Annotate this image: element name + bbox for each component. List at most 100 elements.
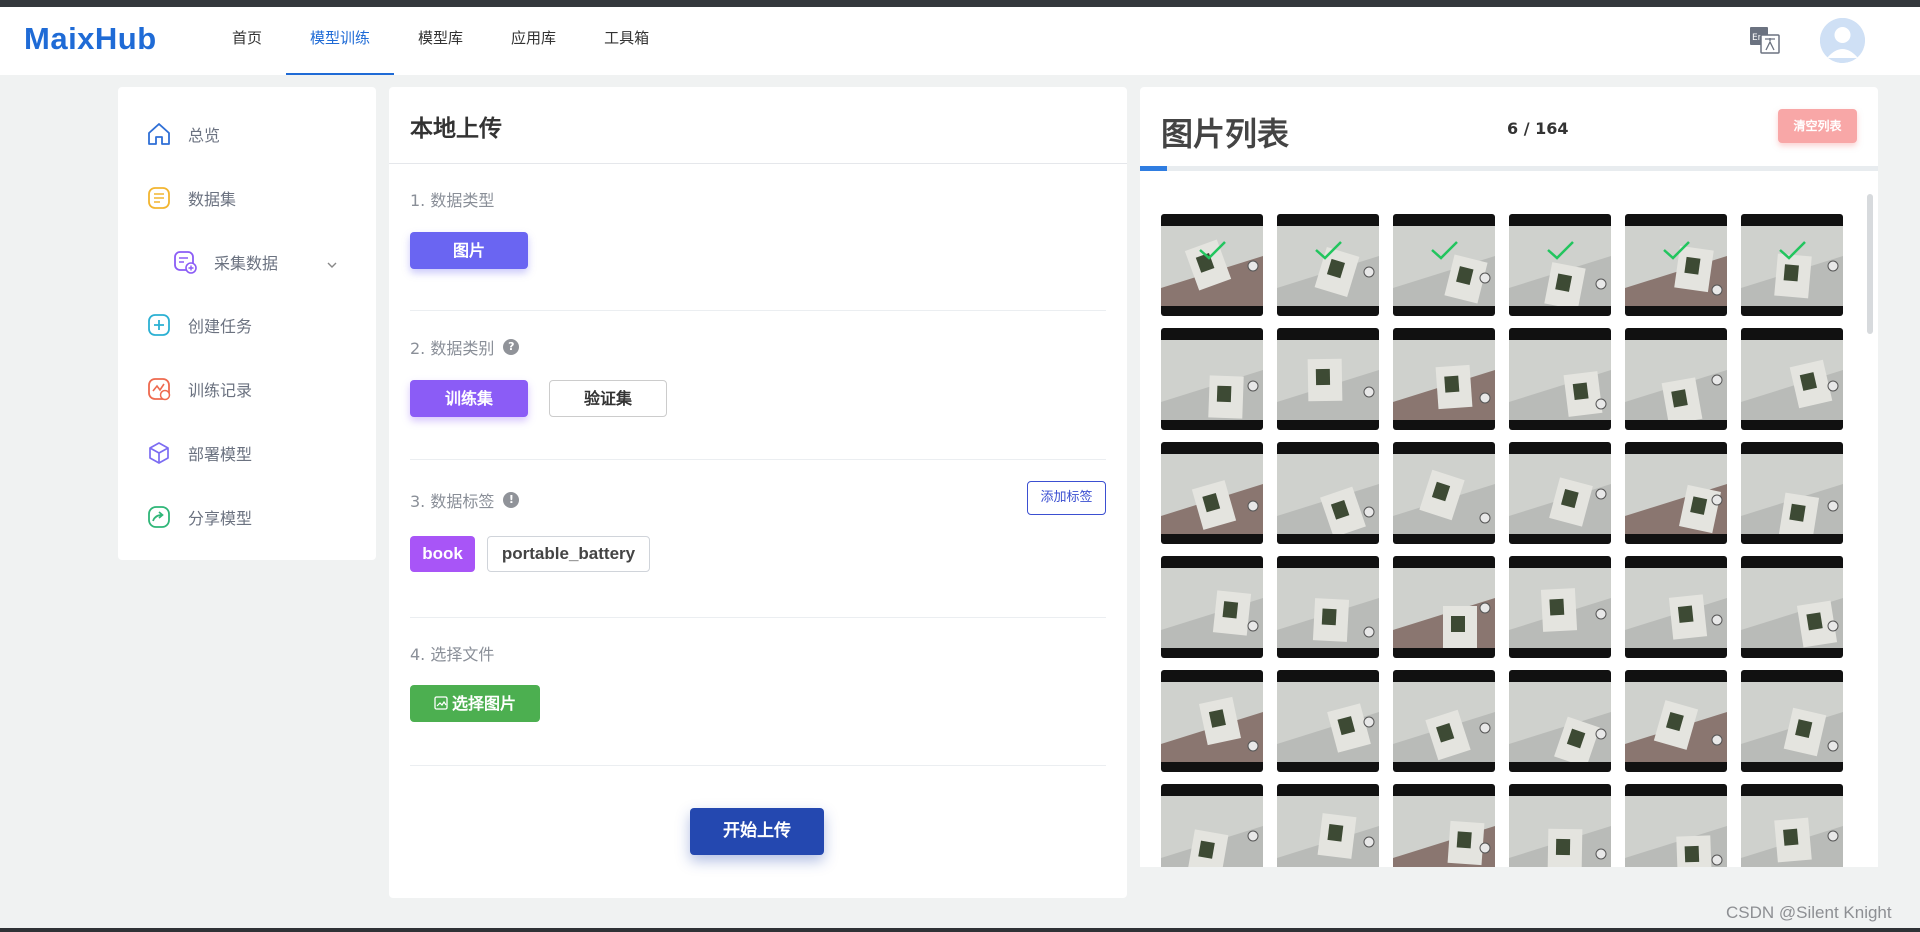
image-type-button[interactable]: 图片 [410,232,528,269]
section-select-file-label: 4. 选择文件 [410,645,495,664]
sidebar-item-share-model[interactable]: 分享模型 [146,502,252,532]
add-tag-button[interactable]: 添加标签 [1027,481,1106,515]
local-upload-panel: 本地上传 1. 数据类型 图片 2. 数据类别 ? 训练集 验证集 3. 数据标… [389,87,1127,898]
image-thumbnail[interactable] [1393,670,1495,772]
image-thumbnail[interactable] [1161,328,1263,430]
image-thumbnail[interactable] [1277,556,1379,658]
nav-app-library[interactable]: 应用库 [487,7,580,75]
image-thumbnail[interactable] [1625,328,1727,430]
image-thumbnail[interactable] [1393,556,1495,658]
chevron-down-icon[interactable] [326,256,338,268]
image-thumbnail[interactable] [1277,328,1379,430]
window-top-border [0,0,1920,7]
sidebar-item-overview[interactable]: 总览 [146,119,220,149]
collect-data-icon [172,249,198,275]
image-thumbnail[interactable] [1277,784,1379,867]
sidebar-item-label: 数据集 [188,190,237,209]
photo-preview [1741,568,1843,648]
image-thumbnail[interactable] [1509,214,1611,316]
image-thumbnail[interactable] [1509,670,1611,772]
image-thumbnail[interactable] [1741,214,1843,316]
image-thumbnail[interactable] [1625,556,1727,658]
clear-list-button[interactable]: 清空列表 [1778,109,1857,143]
image-thumbnail[interactable] [1625,442,1727,544]
image-icon [434,696,448,710]
train-set-button[interactable]: 训练集 [410,380,528,417]
photo-preview [1625,568,1727,648]
sidebar-item-training-record[interactable]: 训练记录 [146,374,252,404]
start-upload-button[interactable]: 开始上传 [690,808,824,855]
image-list-title: 图片列表 [1161,115,1290,153]
photo-preview [1393,340,1495,420]
tag-book[interactable]: book [410,536,475,572]
sidebar-item-create-task[interactable]: 创建任务 [146,310,252,340]
image-thumbnail[interactable] [1161,784,1263,867]
sidebar-item-deploy-model[interactable]: 部署模型 [146,438,252,468]
nav-home[interactable]: 首页 [208,7,286,75]
select-images-label: 选择图片 [451,694,516,713]
info-icon[interactable]: ! [503,492,520,508]
section-data-label: 3. 数据标签 ! [410,488,520,512]
user-avatar[interactable] [1820,18,1865,63]
image-thumbnail[interactable] [1625,214,1727,316]
image-thumbnail[interactable] [1161,670,1263,772]
image-thumbnail[interactable] [1277,670,1379,772]
image-thumbnail[interactable] [1161,442,1263,544]
photo-preview [1741,226,1843,306]
sidebar-item-dataset[interactable]: 数据集 [146,183,236,213]
photo-preview [1161,682,1263,762]
logo[interactable]: MaixHub [24,21,157,57]
image-thumbnail[interactable] [1741,556,1843,658]
help-icon[interactable]: ? [503,339,520,355]
plus-square-icon [146,312,172,338]
image-thumbnail[interactable] [1741,442,1843,544]
page-title: 本地上传 [410,116,502,142]
image-thumbnail[interactable] [1741,328,1843,430]
language-switch-icon[interactable]: En [1748,25,1782,55]
section-label: 2. 数据类别 [410,339,495,358]
image-thumbnail[interactable] [1393,442,1495,544]
image-thumbnail[interactable] [1393,328,1495,430]
photo-preview [1625,226,1727,306]
nav-model-training[interactable]: 模型训练 [286,7,395,75]
scrollbar[interactable] [1867,194,1873,334]
section-label: 3. 数据标签 [410,492,495,511]
select-images-button[interactable]: 选择图片 [410,685,540,722]
nav-model-library[interactable]: 模型库 [394,7,487,75]
photo-preview [1393,226,1495,306]
image-thumbnail[interactable] [1161,556,1263,658]
image-thumbnail[interactable] [1161,214,1263,316]
window-bottom-border [0,928,1920,932]
divider [389,163,1127,164]
dataset-icon [146,185,172,211]
upload-count: 6 / 164 [1507,119,1569,138]
image-thumbnail[interactable] [1509,556,1611,658]
photo-preview [1161,796,1263,867]
image-thumbnail[interactable] [1625,670,1727,772]
photo-preview [1161,340,1263,420]
divider [410,617,1106,618]
photo-preview [1393,796,1495,867]
image-thumbnail[interactable] [1509,442,1611,544]
image-thumbnail[interactable] [1509,328,1611,430]
photo-preview [1277,796,1379,867]
photo-preview [1625,682,1727,762]
image-thumbnail[interactable] [1277,214,1379,316]
sidebar-item-label: 创建任务 [188,317,253,336]
cube-icon [146,440,172,466]
image-thumbnail[interactable] [1509,784,1611,867]
validation-set-button[interactable]: 验证集 [549,380,667,417]
image-thumbnail[interactable] [1625,784,1727,867]
photo-preview [1509,454,1611,534]
image-thumbnail[interactable] [1741,784,1843,867]
tag-portable-battery[interactable]: portable_battery [487,536,650,572]
image-thumbnail[interactable] [1741,670,1843,772]
thumbnail-grid [1161,214,1851,867]
image-thumbnail[interactable] [1393,784,1495,867]
nav-toolbox[interactable]: 工具箱 [580,7,673,75]
image-thumbnail[interactable] [1393,214,1495,316]
image-thumbnail[interactable] [1277,442,1379,544]
divider [410,310,1106,311]
sidebar-item-collect-data[interactable]: 采集数据 [172,247,278,277]
sidebar-item-label: 总览 [188,126,221,145]
